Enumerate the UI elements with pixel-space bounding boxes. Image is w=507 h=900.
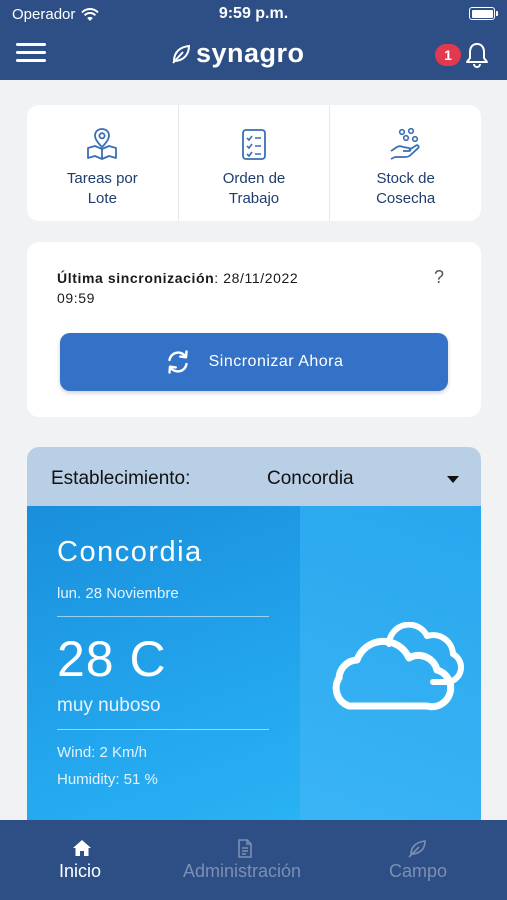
divider	[57, 729, 269, 730]
status-time: 9:59 p.m.	[218, 5, 289, 22]
cloudy-icon	[332, 622, 465, 711]
tab-label: Administración	[183, 861, 302, 881]
action-orden-de-trabajo[interactable]: Orden de Trabajo	[177, 105, 330, 221]
checklist-icon	[242, 129, 266, 160]
weather-description: muy nuboso	[57, 695, 161, 716]
leaf-icon	[408, 840, 426, 858]
last-sync-date: : 28/11/2022	[214, 270, 299, 286]
bottom-tab-bar: Inicio Administración Campo	[0, 820, 507, 900]
sync-card: Última sincronización: 28/11/2022 09:59 …	[27, 242, 481, 417]
action-label: Tareas por Lote	[66, 170, 138, 207]
sync-now-button[interactable]: Sincronizar Ahora	[60, 333, 448, 391]
weather-humidity: Humidity: 51 %	[57, 771, 158, 788]
weather-temperature: 28 C	[57, 631, 167, 687]
weather-card: Establecimiento: Concordia Concordia lun…	[27, 447, 481, 847]
status-bar: Operador 9:59 p.m.	[0, 0, 507, 30]
document-icon	[238, 839, 252, 858]
weather-city: Concordia	[57, 536, 203, 568]
bell-icon[interactable]	[464, 41, 490, 69]
app-header: synagro 1	[0, 30, 507, 80]
tab-campo[interactable]: Campo	[328, 820, 507, 900]
tab-administracion[interactable]: Administración	[163, 820, 328, 900]
last-sync-label: Última sincronización	[57, 270, 215, 286]
app-name: synagro	[196, 38, 305, 68]
notification-badge: 1	[435, 44, 461, 66]
sync-icon	[167, 350, 188, 374]
battery-icon	[469, 7, 498, 20]
establishment-selector: Establecimiento: Concordia	[27, 447, 481, 506]
menu-icon[interactable]	[16, 43, 46, 65]
last-sync-time: 09:59	[57, 290, 96, 306]
sync-now-label: Sincronizar Ahora	[208, 353, 344, 370]
action-label: Orden de Trabajo	[222, 170, 286, 207]
home-icon	[73, 840, 91, 856]
leaf-logo-icon	[172, 44, 191, 64]
weather-date: lun. 28 Noviembre	[57, 585, 179, 602]
help-icon[interactable]: ?	[434, 267, 444, 288]
tab-inicio[interactable]: Inicio	[0, 820, 163, 900]
tab-label: Inicio	[59, 861, 102, 881]
weather-details: Concordia lun. 28 Noviembre 28 C muy nub…	[27, 506, 300, 847]
action-label: Stock de Cosecha	[376, 170, 436, 207]
establishment-label: Establecimiento:	[51, 468, 191, 489]
chevron-down-icon[interactable]	[447, 476, 459, 483]
tab-label: Campo	[389, 861, 448, 881]
last-sync-info: Última sincronización: 28/11/2022 09:59	[57, 268, 298, 308]
app-logo: synagro	[170, 38, 305, 69]
map-pin-icon	[87, 128, 118, 160]
quick-actions-card: Tareas por Lote Orden de Trabajo Stock de C…	[27, 105, 481, 221]
action-tareas-por-lote[interactable]: Tareas por Lote	[27, 105, 178, 221]
action-stock-de-cosecha[interactable]: Stock de Cosecha	[329, 105, 481, 221]
weather-wind: Wind: 2 Km/h	[57, 744, 148, 761]
harvest-hand-icon	[390, 127, 420, 160]
divider	[57, 616, 269, 617]
establishment-dropdown[interactable]: Concordia	[267, 468, 354, 490]
